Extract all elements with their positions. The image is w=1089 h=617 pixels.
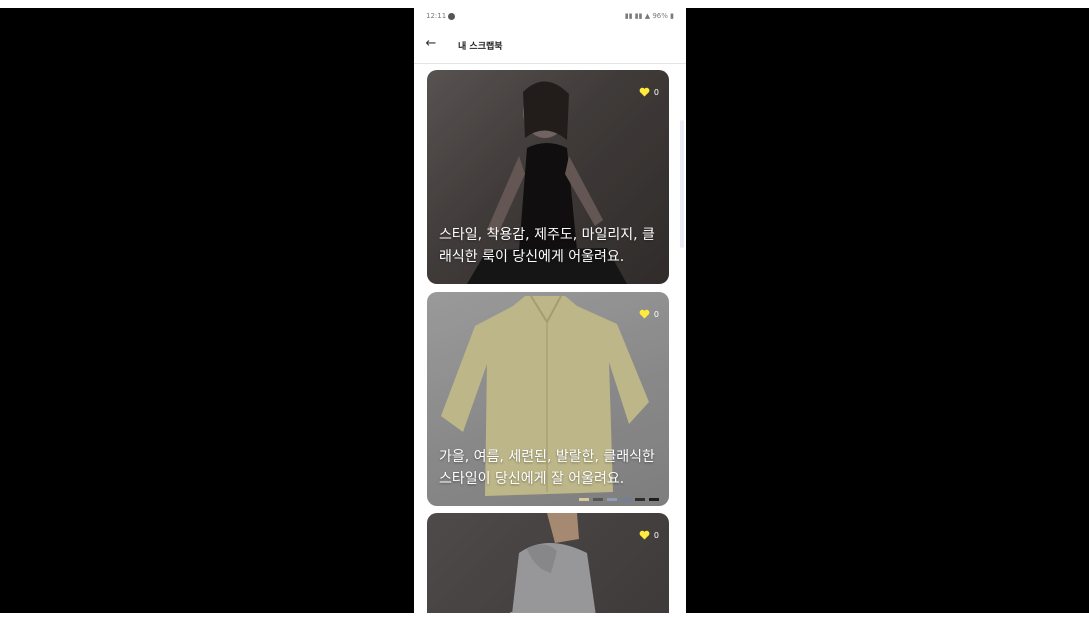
color-swatch [621, 498, 631, 501]
bottom-frame-strip [0, 613, 1089, 617]
color-swatch [635, 498, 645, 501]
color-swatch [607, 498, 617, 501]
card-1-description: 스타일, 착용감, 제주도, 마일리지, 클래식한 룩이 당신에게 어울려요. [439, 227, 655, 265]
top-frame-strip [0, 0, 1089, 8]
status-time-text: 12:11 [426, 12, 447, 20]
scrollbar[interactable] [680, 120, 684, 248]
card-3-like[interactable]: 0 [639, 530, 659, 540]
phone-screen: 12:11 ▮▮ ▮▮ ▲ 96% ▮ ← 내 스크랩북 0 스타일, 착용감,… [414, 8, 686, 613]
scrap-card-3[interactable]: 0 [427, 513, 669, 613]
heart-icon [639, 530, 650, 540]
color-swatch [593, 498, 603, 501]
heart-icon [639, 87, 650, 97]
like-count: 0 [653, 87, 659, 97]
like-count: 0 [653, 309, 659, 319]
card-2-description: 가을, 여름, 세련된, 발랄한, 클래식한 스타일이 당신에게 잘 어울려요. [439, 449, 655, 487]
header-divider [414, 63, 686, 64]
status-time: 12:11 [426, 12, 456, 20]
card-1-like[interactable]: 0 [639, 87, 659, 97]
color-swatch [649, 498, 659, 501]
color-swatch [579, 498, 589, 501]
notification-icon [448, 12, 456, 20]
card-2-like[interactable]: 0 [639, 309, 659, 319]
status-bar: 12:11 ▮▮ ▮▮ ▲ 96% ▮ [414, 8, 686, 28]
heart-icon [639, 309, 650, 319]
like-count: 0 [653, 530, 659, 540]
app-bar: ← 내 스크랩북 [414, 30, 686, 60]
back-arrow-icon[interactable]: ← [424, 37, 438, 51]
home-indicator[interactable] [510, 612, 590, 613]
scrap-card-1[interactable]: 0 스타일, 착용감, 제주도, 마일리지, 클래식한 룩이 당신에게 어울려요… [427, 70, 669, 284]
card-3-overlay [427, 513, 669, 613]
status-right-icons: ▮▮ ▮▮ ▲ 96% ▮ [625, 12, 674, 20]
scrap-card-2[interactable]: 0 가을, 여름, 세련된, 발랄한, 클래식한 스타일이 당신에게 잘 어울려… [427, 292, 669, 506]
page-title: 내 스크랩북 [458, 42, 503, 52]
battery-icon: ▮ [670, 12, 674, 20]
battery-text: 96% [652, 12, 668, 20]
color-swatches [579, 498, 659, 501]
signal-icons: ▮▮ ▮▮ ▲ [624, 12, 653, 20]
